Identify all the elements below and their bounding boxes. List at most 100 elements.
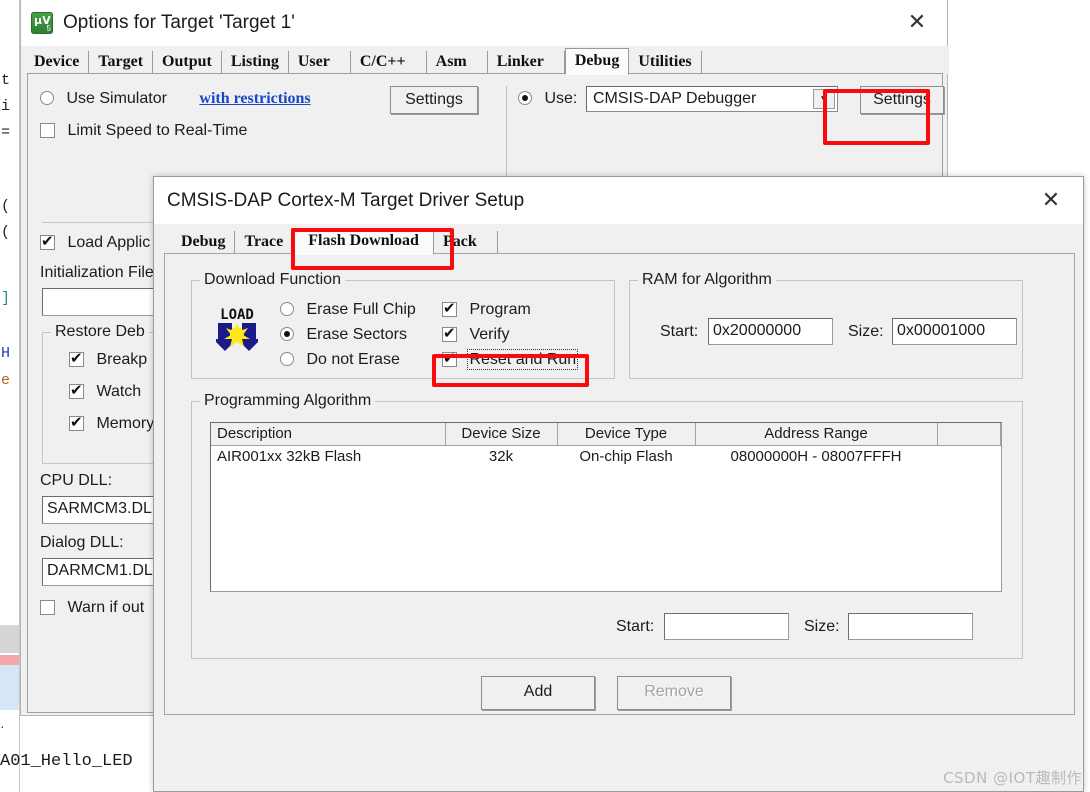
column-header-device-size[interactable]: Device Size <box>445 423 558 446</box>
close-icon[interactable]: ✕ <box>895 4 939 40</box>
dialog-dll-label: Dialog DLL: <box>40 534 124 551</box>
editor-char: ( <box>1 198 11 215</box>
program-label: Program <box>469 301 531 318</box>
column-header-device-type[interactable]: Device Type <box>557 423 696 446</box>
use-simulator-label: Use Simulator <box>66 90 167 107</box>
simulator-settings-button[interactable]: Settings <box>390 86 478 114</box>
table-row[interactable]: AIR001xx 32kB Flash 32k On-chip Flash 08… <box>211 445 1001 467</box>
editor-char: H <box>1 345 11 362</box>
cell-address-range: 08000000H - 08007FFFH <box>730 447 902 465</box>
editor-gray-mark <box>0 625 19 653</box>
add-button[interactable]: Add <box>481 676 595 710</box>
cell-device-type: On-chip Flash <box>579 447 673 465</box>
restore-memory-row[interactable]: Memory <box>69 413 154 433</box>
watermark: CSDN @IOT趣制作 <box>943 769 1082 787</box>
tab-utilities[interactable]: Utilities <box>629 51 702 74</box>
download-function-group-label: Download Function <box>200 271 345 289</box>
close-icon[interactable]: ✕ <box>1029 182 1073 218</box>
load-icon-label: LOAD <box>220 307 254 323</box>
warn-if-outdated-checkbox[interactable] <box>40 600 55 615</box>
do-not-erase-label: Do not Erase <box>306 351 400 368</box>
restore-debug-group-label: Restore Deb <box>51 323 149 341</box>
initialization-file-label: Initialization File <box>40 264 154 281</box>
dialog-title-bar: CMSIS-DAP Cortex-M Target Driver Setup ✕ <box>154 177 1083 224</box>
erase-full-chip-row[interactable]: Erase Full Chip <box>280 301 416 319</box>
reset-and-run-checkbox[interactable] <box>442 349 457 367</box>
use-debugger-row[interactable]: Use: <box>518 90 577 108</box>
ram-size-label: Size: <box>848 323 884 340</box>
limit-speed-label: Limit Speed to Real-Time <box>67 122 248 139</box>
editor-char: ] <box>1 290 11 307</box>
erase-sectors-label: Erase Sectors <box>306 326 407 343</box>
tab-pack[interactable]: Pack <box>433 231 498 254</box>
tab-flash-download[interactable]: Flash Download <box>293 228 434 255</box>
tab-debug[interactable]: Debug <box>564 48 630 75</box>
dialog-title: CMSIS-DAP Cortex-M Target Driver Setup <box>167 189 525 211</box>
remove-button[interactable]: Remove <box>617 676 731 710</box>
do-not-erase-row[interactable]: Do not Erase <box>280 351 400 369</box>
restore-memory-checkbox[interactable] <box>69 413 84 431</box>
erase-full-chip-radio[interactable] <box>280 302 294 316</box>
with-restrictions-link[interactable]: with restrictions <box>199 90 310 107</box>
load-application-row[interactable]: Load Applic <box>40 232 151 252</box>
tab-debug[interactable]: Debug <box>172 231 236 254</box>
verify-checkbox[interactable] <box>442 324 457 342</box>
load-application-label: Load Applic <box>67 234 151 251</box>
cell-spacer <box>937 445 1001 467</box>
algorithm-size-input[interactable] <box>848 613 973 640</box>
use-simulator-radio[interactable] <box>40 91 54 105</box>
options-tab-strip: Device Target Output Listing User C/C++ … <box>21 46 949 75</box>
cell-device-size: 32k <box>488 447 514 465</box>
program-row[interactable]: Program <box>442 299 531 319</box>
do-not-erase-radio[interactable] <box>280 352 294 366</box>
algorithm-start-input[interactable] <box>664 613 789 640</box>
editor-caret-dot: · <box>0 718 5 734</box>
use-simulator-row[interactable]: Use Simulator with restrictions <box>40 90 311 108</box>
limit-speed-row[interactable]: Limit Speed to Real-Time <box>40 122 247 140</box>
editor-red-mark <box>0 655 19 665</box>
ram-for-algorithm-group-label: RAM for Algorithm <box>638 271 776 289</box>
load-icon: LOAD <box>214 307 260 353</box>
load-application-checkbox[interactable] <box>40 232 55 250</box>
erase-sectors-row[interactable]: Erase Sectors <box>280 326 407 344</box>
column-header-address-range[interactable]: Address Range <box>695 423 938 446</box>
verify-row[interactable]: Verify <box>442 324 510 344</box>
restore-breakpoints-label: Breakp <box>96 351 148 368</box>
chevron-down-icon[interactable]: ▼ <box>813 89 835 109</box>
reset-and-run-label: Reset and Run <box>467 349 579 370</box>
tab-asm[interactable]: Asm <box>426 51 488 74</box>
warn-if-outdated-label: Warn if out <box>67 599 145 616</box>
restore-watch-row[interactable]: Watch <box>69 381 141 401</box>
restore-breakpoints-checkbox[interactable] <box>69 349 84 367</box>
tab-listing[interactable]: Listing <box>221 51 289 74</box>
editor-char: t <box>1 72 11 89</box>
verify-label: Verify <box>469 326 510 343</box>
tab-linker[interactable]: Linker <box>487 51 565 74</box>
limit-speed-checkbox[interactable] <box>40 123 55 138</box>
screenshot-root: t i = ( ( ] H e · A01_Hello_LED µV 5 Opti… <box>0 0 1090 792</box>
warn-if-outdated-row[interactable]: Warn if out <box>40 599 144 617</box>
editor-blue-mark <box>0 665 19 710</box>
tab-output[interactable]: Output <box>153 51 222 74</box>
use-debugger-radio[interactable] <box>518 91 532 105</box>
tab-cpp[interactable]: C/C++ <box>350 51 427 74</box>
erase-sectors-radio[interactable] <box>280 327 294 341</box>
ram-size-input[interactable]: 0x00001000 <box>892 318 1017 345</box>
debugger-select[interactable]: CMSIS-DAP Debugger ▼ <box>586 86 838 112</box>
programming-algorithm-table[interactable]: Description Device Size Device Type Addr… <box>210 422 1002 592</box>
program-checkbox[interactable] <box>442 299 457 317</box>
ram-start-input[interactable]: 0x20000000 <box>708 318 833 345</box>
reset-and-run-row[interactable]: Reset and Run <box>442 349 579 370</box>
restore-breakpoints-row[interactable]: Breakp <box>69 349 148 369</box>
tab-device[interactable]: Device <box>25 51 90 74</box>
flash-download-panel: Download Function LOAD Erase Full Chip E… <box>164 253 1075 715</box>
options-title-bar: µV 5 Options for Target 'Target 1' ✕ <box>21 0 947 46</box>
debugger-settings-button[interactable]: Settings <box>860 86 944 114</box>
tab-trace[interactable]: Trace <box>235 231 294 254</box>
column-header-spacer[interactable] <box>937 423 1001 446</box>
column-header-description[interactable]: Description <box>211 423 446 446</box>
restore-watch-checkbox[interactable] <box>69 381 84 399</box>
tab-user[interactable]: User <box>288 51 351 74</box>
tab-target[interactable]: Target <box>89 51 154 74</box>
editor-char: = <box>1 124 11 141</box>
